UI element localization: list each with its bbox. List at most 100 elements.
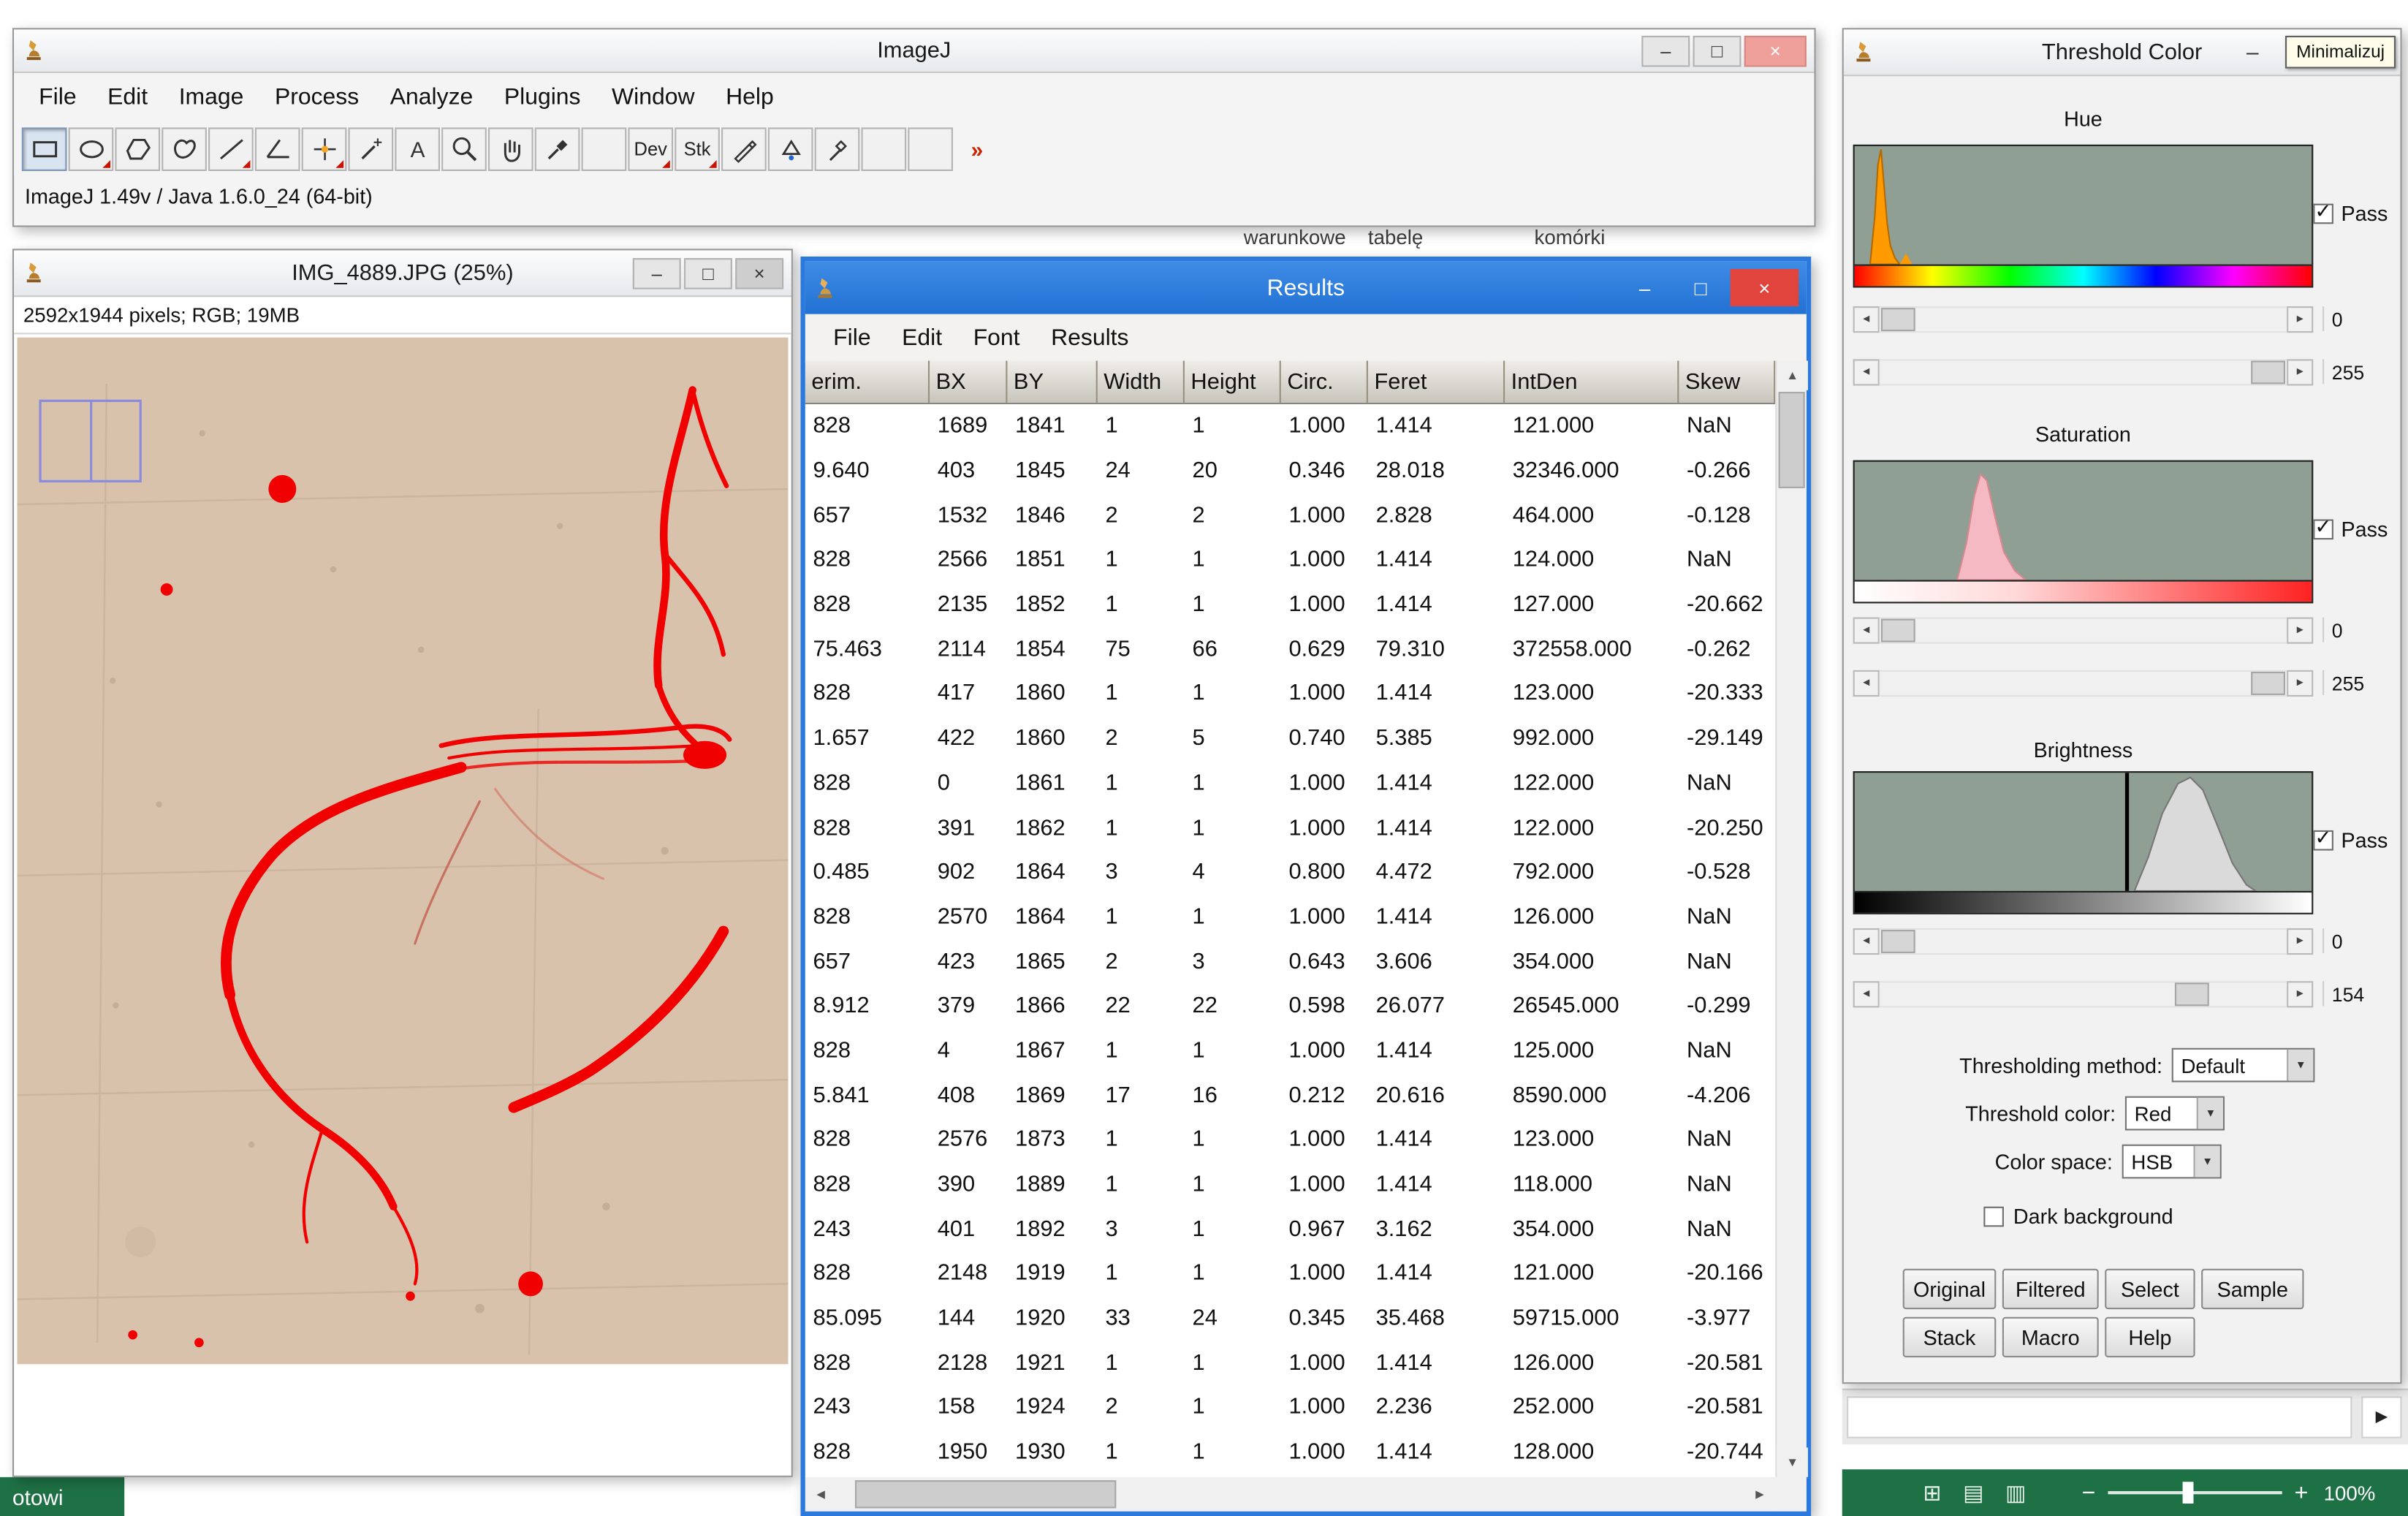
brightness-min-scrollbar[interactable]: ◄ ►	[1853, 928, 2314, 955]
table-row[interactable]: 82841867111.0001.414125.000NaN	[805, 1028, 1775, 1073]
image-window-titlebar[interactable]: IMG_4889.JPG (25%) – □ ×	[14, 250, 791, 297]
stk-tool[interactable]: Stk	[675, 126, 720, 170]
menu-edit[interactable]: Edit	[886, 325, 958, 351]
scroll-left-icon[interactable]: ◄	[1853, 359, 1880, 385]
scroll-up-icon[interactable]: ▲	[1777, 361, 1808, 390]
scroll-left-icon[interactable]: ◄	[1853, 617, 1880, 643]
pipette-macro-tool[interactable]	[815, 126, 860, 170]
empty-tool-slot[interactable]	[908, 126, 953, 170]
table-row[interactable]: 8283901889111.0001.414118.000NaN	[805, 1162, 1775, 1207]
maximize-button[interactable]: □	[1674, 269, 1727, 306]
column-header[interactable]: Width	[1098, 361, 1185, 403]
scrollbar-thumb[interactable]	[2251, 672, 2285, 695]
sample-button[interactable]: Sample	[2201, 1269, 2303, 1309]
scroll-down-icon[interactable]: ▼	[1777, 1447, 1808, 1477]
scrollbar-thumb[interactable]	[1881, 308, 1915, 331]
original-button[interactable]: Original	[1903, 1269, 1997, 1309]
table-row[interactable]: 9.640403184524200.34628.01832346.000-0.2…	[805, 449, 1775, 493]
close-button[interactable]: ×	[1731, 269, 1799, 306]
table-row[interactable]: 8284171860111.0001.414123.000-20.333	[805, 672, 1775, 716]
table-row[interactable]: 75.4632114185475660.62979.310372558.000-…	[805, 627, 1775, 672]
vertical-scrollbar[interactable]: ▲ ▼	[1775, 361, 1807, 1477]
saturation-max-scrollbar[interactable]: ◄ ►	[1853, 670, 2314, 697]
menu-font[interactable]: Font	[957, 325, 1035, 351]
scrollbar-thumb[interactable]	[2251, 361, 2285, 384]
hue-min-scrollbar[interactable]: ◄ ►	[1853, 306, 2314, 333]
table-row[interactable]: 8.912379186622220.59826.07726545.000-0.2…	[805, 984, 1775, 1028]
scroll-right-icon[interactable]: ►	[2287, 670, 2313, 697]
thresholding-method-select[interactable]: Default ▼	[2172, 1048, 2315, 1083]
column-header[interactable]: Skew	[1679, 361, 1775, 403]
rectangle-tool[interactable]	[22, 126, 67, 170]
threshold-color-select[interactable]: Red ▼	[2125, 1096, 2225, 1131]
minimize-button[interactable]: –	[1641, 35, 1690, 67]
scroll-right-icon[interactable]: ►	[2287, 928, 2313, 955]
zoom-level[interactable]: 100%	[2324, 1481, 2376, 1504]
pencil-macro-tool[interactable]	[721, 126, 767, 170]
column-header[interactable]: BX	[930, 361, 1007, 403]
scrollbar-track[interactable]	[836, 1477, 1744, 1512]
table-row[interactable]: 6574231865230.6433.606354.000NaN	[805, 939, 1775, 984]
table-row[interactable]: 82819501930111.0001.414128.000-20.744	[805, 1430, 1775, 1475]
scrollbar-track[interactable]	[1880, 359, 2287, 385]
maximize-button[interactable]: □	[684, 257, 732, 289]
table-row[interactable]: 82801861111.0001.414122.000NaN	[805, 761, 1775, 806]
menu-results[interactable]: Results	[1036, 325, 1144, 351]
table-row[interactable]: 0.4859021864340.8004.472792.000-0.528	[805, 850, 1775, 895]
wand-tool[interactable]	[348, 126, 393, 170]
brush-macro-tool[interactable]	[768, 126, 813, 170]
polygon-tool[interactable]	[115, 126, 160, 170]
normal-view-icon[interactable]: ⊞	[1923, 1479, 1941, 1506]
scroll-right-icon[interactable]: ►	[1744, 1477, 1776, 1512]
table-row[interactable]: 82825761873111.0001.414123.000NaN	[805, 1118, 1775, 1162]
scroll-right-icon[interactable]: ►	[2287, 359, 2313, 385]
column-header[interactable]: IntDen	[1505, 361, 1679, 403]
menu-analyze[interactable]: Analyze	[374, 84, 488, 110]
scroll-left-icon[interactable]: ◄	[805, 1477, 837, 1512]
minimize-button[interactable]: –	[633, 257, 681, 289]
scrollbar-thumb[interactable]	[2175, 982, 2209, 1006]
table-row[interactable]: 85.095144192033240.34535.46859715.000-3.…	[805, 1297, 1775, 1341]
zoom-out-icon[interactable]: −	[2082, 1479, 2096, 1506]
filtered-button[interactable]: Filtered	[2002, 1269, 2099, 1309]
micrograph-image[interactable]	[17, 338, 788, 1473]
select-button[interactable]: Select	[2105, 1269, 2195, 1309]
zoom-slider[interactable]	[2108, 1491, 2282, 1494]
hand-tool[interactable]	[488, 126, 533, 170]
menu-window[interactable]: Window	[596, 84, 710, 110]
table-row[interactable]: 82821351852111.0001.414127.000-20.662	[805, 583, 1775, 627]
scrollbar-track[interactable]	[1880, 981, 2287, 1007]
scrollbar-track[interactable]	[1880, 670, 2287, 697]
table-row[interactable]: 82825701864111.0001.414126.000NaN	[805, 895, 1775, 939]
imagej-titlebar[interactable]: ImageJ – □ ×	[14, 29, 1814, 73]
dark-background-checkbox[interactable]	[1984, 1207, 2005, 1227]
minimize-button[interactable]: –	[1618, 269, 1671, 306]
oval-tool[interactable]	[69, 126, 114, 170]
page-layout-view-icon[interactable]: ▤	[1963, 1479, 1983, 1506]
text-tool[interactable]: A	[395, 126, 440, 170]
excel-sheet-tabs[interactable]	[1847, 1396, 2352, 1438]
menu-image[interactable]: Image	[163, 84, 259, 110]
table-row[interactable]: 82821481919111.0001.414121.000-20.166	[805, 1252, 1775, 1297]
column-header[interactable]: BY	[1007, 361, 1097, 403]
scrollbar-track[interactable]	[1880, 928, 2287, 955]
menu-file[interactable]: File	[23, 84, 92, 110]
pass-checkbox[interactable]	[2313, 204, 2333, 224]
table-row[interactable]: 82825661851111.0001.414124.000NaN	[805, 538, 1775, 583]
color-space-select[interactable]: HSB ▼	[2122, 1145, 2222, 1179]
scrollbar-thumb[interactable]	[1881, 930, 1915, 953]
minimize-button[interactable]: –	[2236, 36, 2270, 67]
scroll-right-icon[interactable]: ►	[2287, 617, 2313, 643]
menu-edit[interactable]: Edit	[92, 84, 164, 110]
menu-process[interactable]: Process	[259, 84, 375, 110]
menu-help[interactable]: Help	[710, 84, 789, 110]
column-header[interactable]: erim.	[805, 361, 930, 403]
column-header[interactable]: Feret	[1368, 361, 1505, 403]
page-break-view-icon[interactable]: ▥	[2005, 1479, 2026, 1506]
zoom-tool[interactable]	[441, 126, 487, 170]
hue-max-scrollbar[interactable]: ◄ ►	[1853, 359, 2314, 385]
angle-tool[interactable]	[255, 126, 300, 170]
close-button[interactable]: ×	[735, 257, 783, 289]
empty-tool-slot[interactable]	[861, 126, 906, 170]
brightness-max-scrollbar[interactable]: ◄ ►	[1853, 981, 2314, 1007]
